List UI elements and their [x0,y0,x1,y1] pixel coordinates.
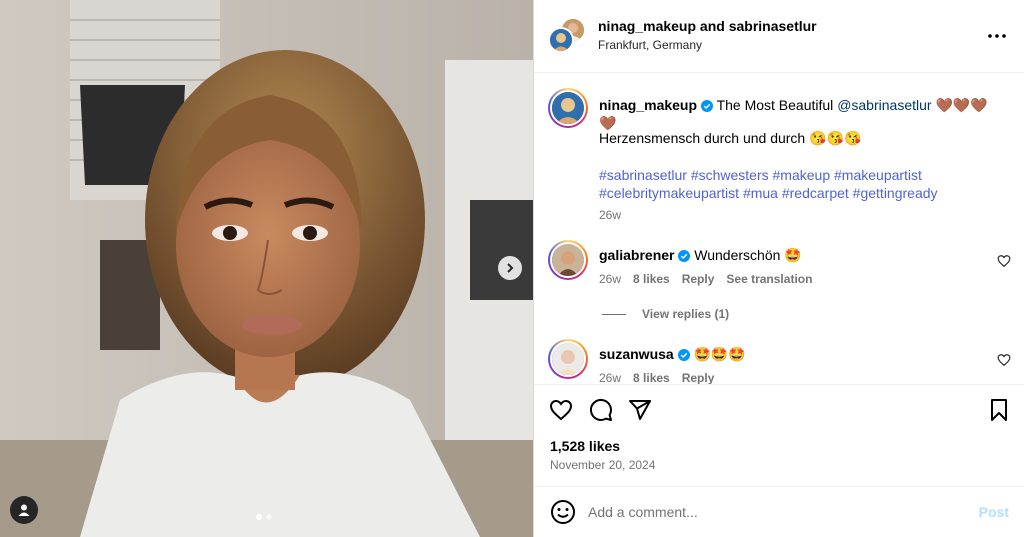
avatar-suzanwusa-image [552,343,584,375]
caption-line-2: Herzensmensch durch und durch 😘😘😘 [599,130,862,146]
comment-likes[interactable]: 8 likes [633,371,670,384]
comment-input[interactable] [588,501,968,523]
author-joiner: and [699,18,725,34]
comment-username-link[interactable]: suzanwusa [599,346,674,362]
comment-body: 🤩🤩🤩 [693,346,746,362]
bookmark-icon [991,399,1007,421]
verified-badge-icon [677,349,690,361]
tagged-users-button[interactable] [10,496,38,524]
avatar[interactable] [548,27,574,53]
post-author-line: ninag_makeup and sabrinasetlur [598,18,817,34]
heart-icon [549,399,573,421]
post-comment-button[interactable]: Post [979,504,1009,520]
verified-badge-icon [678,250,691,262]
comment-meta: 26w 8 likes Reply [599,371,714,384]
comment-username-link[interactable]: galiabrener [599,247,674,263]
avatar[interactable] [548,339,588,379]
carousel-dot [266,514,272,520]
post-header: ninag_makeup and sabrinasetlur Frankfurt… [534,0,1024,73]
location-link[interactable]: Frankfurt, Germany [598,38,702,52]
comment-like-heart-icon[interactable] [997,353,1011,367]
emoji-icon [551,500,575,524]
carousel-dot-active [256,514,262,520]
see-translation-button[interactable]: See translation [726,272,812,286]
collab-avatars[interactable] [548,17,588,57]
post-actions: 1,528 likes November 20, 2024 [534,384,1024,486]
more-options-button[interactable] [985,24,1009,48]
carousel-indicator [256,514,272,520]
comment-icon [589,398,612,421]
avatar-caption-image [552,92,584,124]
comment-button[interactable] [588,397,614,423]
avatar[interactable] [548,240,588,280]
hashtags-line-2[interactable]: #celebritymakeupartist #mua #redcarpet #… [599,184,979,202]
send-icon [629,400,651,420]
like-button[interactable] [548,397,574,423]
post-media[interactable] [0,0,533,537]
comment-timestamp[interactable]: 26w [599,371,621,384]
next-slide-button[interactable] [498,256,522,280]
comments-list[interactable]: ninag_makeup The Most Beautiful @sabrina… [534,73,1024,384]
comment-like-heart-icon[interactable] [997,254,1011,268]
save-button[interactable] [986,397,1012,423]
caption-username-link[interactable]: ninag_makeup [599,97,697,113]
likes-count[interactable]: 1,528 likes [550,438,620,454]
share-button[interactable] [627,397,653,423]
avatar-galiabrener-image [552,244,584,276]
comment-likes[interactable]: 8 likes [633,272,670,286]
chevron-right-icon [507,263,514,273]
emoji-picker-button[interactable] [550,499,576,525]
caption-hashtags: #sabrinasetlur #schwesters #makeup #make… [599,166,979,202]
view-replies-divider [602,313,626,315]
post-photo [0,0,533,537]
hashtags-line-1[interactable]: #sabrinasetlur #schwesters #makeup #make… [599,166,979,184]
avatar-ninag-makeup-image [550,29,572,51]
user-tag-icon [18,504,30,516]
view-replies-label: View replies (1) [642,307,730,321]
caption-text-prefix: The Most Beautiful [716,97,834,113]
verified-badge-icon [700,100,713,112]
caption-text: ninag_makeup The Most Beautiful @sabrina… [599,96,999,132]
comment-text: suzanwusa 🤩🤩🤩 [599,346,746,363]
more-icon [988,34,1006,38]
author-username-link[interactable]: ninag_makeup [598,18,696,34]
post-date[interactable]: November 20, 2024 [550,458,655,472]
mention-link[interactable]: @sabrinasetlur [837,97,931,113]
post-sidebar: ninag_makeup and sabrinasetlur Frankfurt… [533,0,1024,537]
collaborator-username-link[interactable]: sabrinasetlur [729,18,817,34]
caption-timestamp[interactable]: 26w [599,208,621,222]
comment-timestamp[interactable]: 26w [599,272,621,286]
reply-button[interactable]: Reply [682,371,715,384]
avatar[interactable] [548,88,588,128]
comment-text: galiabrener Wunderschön 🤩 [599,247,802,264]
comment-meta: 26w 8 likes Reply See translation [599,272,812,286]
comment-body: Wunderschön 🤩 [694,247,802,263]
reply-button[interactable]: Reply [682,272,715,286]
comment-composer: Post [534,486,1024,537]
view-replies-button[interactable]: View replies (1) [602,307,729,321]
